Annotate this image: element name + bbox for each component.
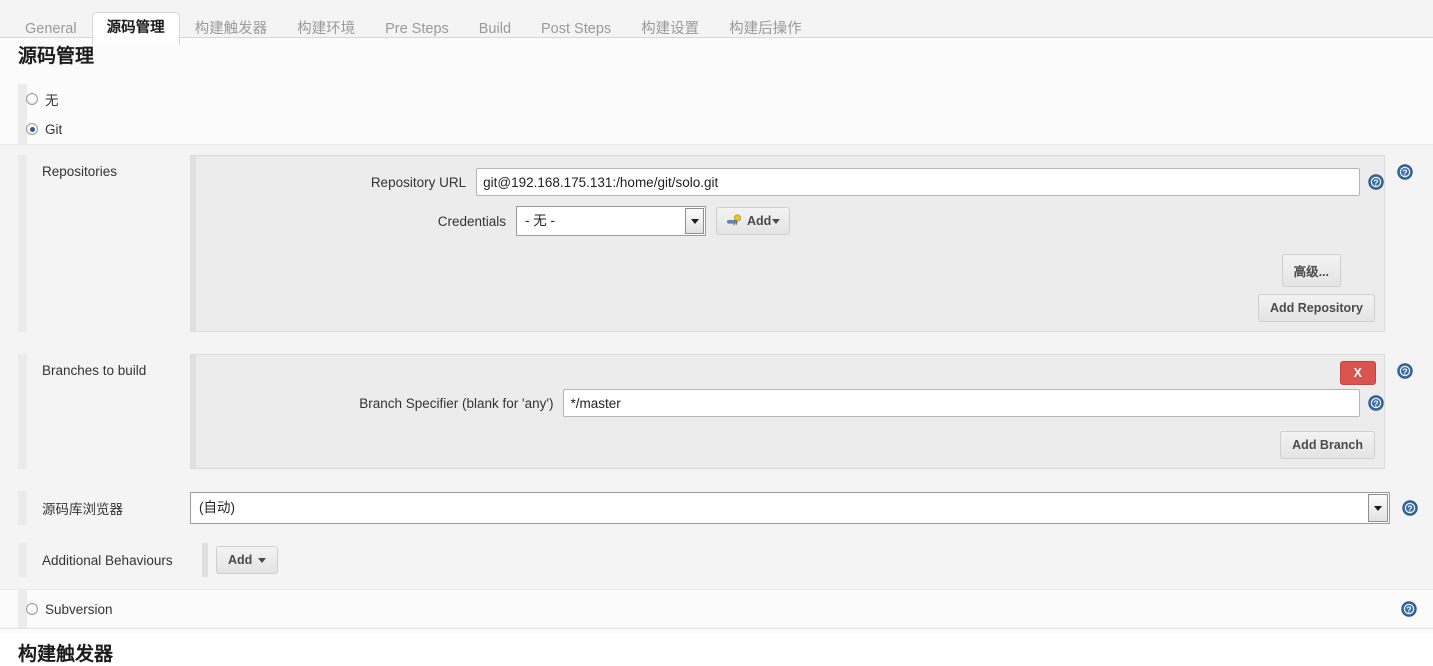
svg-text:?: ? [1402, 367, 1407, 377]
svg-text:?: ? [1407, 504, 1412, 514]
branch-specifier-label: Branch Specifier (blank for 'any') [359, 395, 554, 411]
repository-url-row: Repository URL ? [191, 156, 1384, 202]
advanced-row: 高级... [191, 246, 1384, 287]
tab-strip: General 源码管理 构建触发器 构建环境 Pre Steps Build Post S… [10, 0, 817, 45]
build-triggers-title: 构建触发器 [18, 644, 114, 665]
panel-accent-bar [191, 355, 196, 468]
scm-config-page: 源码管理 无 Git Repositories Repository URL g… [0, 38, 1433, 665]
branch-specifier-row: Branch Specifier (blank for 'any') ? [191, 385, 1384, 423]
repository-panel: Repository URL ? Credentials - 无 - [190, 155, 1385, 332]
credentials-row: Credentials - 无 - Add [191, 202, 1384, 246]
branch-specifier-input[interactable] [563, 389, 1360, 417]
radio-git[interactable] [26, 123, 38, 135]
chevron-down-icon [772, 218, 781, 224]
add-branch-row: Add Branch [191, 423, 1384, 468]
row-accent-bar [18, 543, 27, 577]
add-repository-row: Add Repository [191, 287, 1384, 331]
help-icon[interactable]: ? [1368, 174, 1384, 190]
add-behaviour-label: Add [228, 553, 253, 567]
repositories-label: Repositories [42, 164, 118, 179]
credentials-select-value: - 无 - [525, 213, 555, 228]
repositories-row: Repositories Repository URL ? [0, 145, 1433, 332]
row-accent-bar [18, 155, 27, 332]
additional-behaviours-label: Additional Behaviours [42, 552, 173, 568]
add-credentials-label: Add [747, 214, 772, 228]
repository-browser-row: 源码库浏览器 (自动) ? [0, 469, 1433, 525]
scm-option-git[interactable]: Git [0, 114, 1433, 144]
chevron-down-icon[interactable] [1368, 494, 1388, 522]
branches-label: Branches to build [42, 363, 147, 378]
page-title: 源码管理 [18, 46, 95, 67]
credentials-select[interactable]: - 无 - [516, 206, 706, 236]
repository-browser-label: 源码库浏览器 [42, 502, 123, 517]
svg-text:?: ? [1373, 399, 1378, 409]
branch-panel: X Branch Specifier (blank for 'any') ? [190, 354, 1385, 469]
repository-browser-select[interactable]: (自动) [190, 492, 1390, 524]
branches-row: Branches to build X Branch Specifier (bl… [0, 332, 1433, 469]
scm-option-none[interactable]: 无 [0, 84, 1433, 114]
panel-accent-bar [202, 543, 208, 577]
help-icon[interactable]: ? [1368, 395, 1384, 411]
help-icon[interactable]: ? [1397, 164, 1413, 180]
scm-option-subversion[interactable]: Subversion ? [0, 590, 1433, 628]
repository-url-input[interactable] [476, 168, 1360, 196]
help-icon[interactable]: ? [1401, 601, 1417, 617]
add-credentials-button[interactable]: Add [716, 207, 791, 235]
key-icon [726, 213, 742, 229]
row-accent-bar [18, 491, 27, 525]
credentials-label: Credentials [437, 213, 506, 229]
chevron-down-icon[interactable] [685, 208, 704, 234]
radio-none[interactable] [26, 93, 38, 105]
scm-option-none-label: 无 [45, 93, 59, 108]
delete-branch-button[interactable]: X [1339, 361, 1376, 385]
row-accent-bar [18, 354, 27, 469]
scm-option-git-label: Git [45, 121, 63, 137]
help-icon[interactable]: ? [1402, 500, 1418, 516]
chevron-down-icon [258, 557, 267, 563]
additional-behaviours-row: Additional Behaviours Add [0, 525, 1433, 585]
advanced-button[interactable]: 高级... [1281, 254, 1341, 287]
help-icon[interactable]: ? [1397, 363, 1413, 379]
add-repository-button[interactable]: Add Repository [1257, 294, 1375, 322]
radio-subversion[interactable] [26, 603, 38, 615]
svg-text:?: ? [1373, 178, 1378, 188]
repository-url-label: Repository URL [370, 174, 467, 190]
panel-accent-bar [191, 156, 196, 331]
add-branch-button[interactable]: Add Branch [1280, 431, 1375, 459]
branch-delete-row: X [191, 355, 1384, 385]
add-behaviour-button[interactable]: Add [216, 546, 279, 574]
scm-option-subversion-label: Subversion [45, 601, 113, 617]
svg-text:?: ? [1406, 605, 1411, 615]
config-tab-bar: General 源码管理 构建触发器 构建环境 Pre Steps Build Post S… [0, 0, 1433, 45]
tab-1[interactable]: 源码管理 [91, 12, 180, 45]
repository-browser-value: (自动) [199, 500, 235, 515]
git-scm-body: Repositories Repository URL ? [0, 144, 1433, 590]
svg-text:?: ? [1402, 168, 1407, 178]
